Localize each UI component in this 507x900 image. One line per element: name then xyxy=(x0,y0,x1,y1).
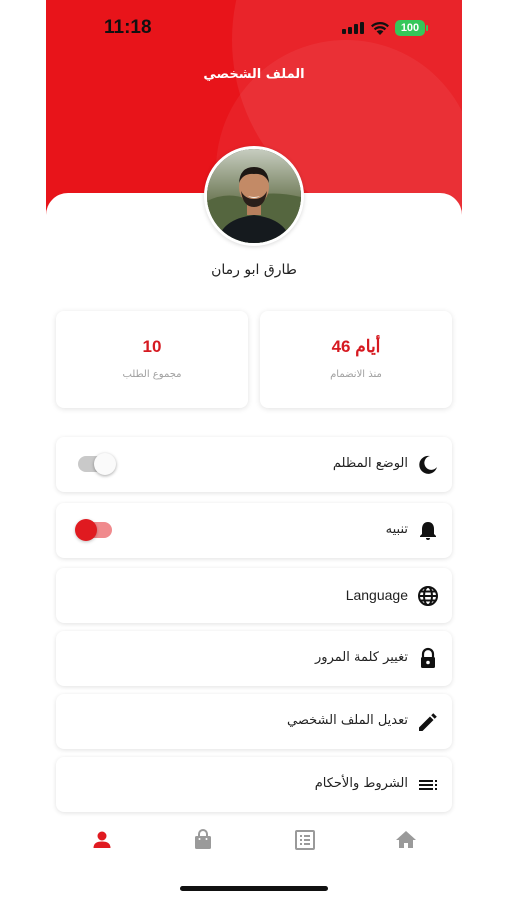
pencil-icon xyxy=(416,710,440,734)
dark-mode-row[interactable]: الوضع المظلم xyxy=(56,437,452,492)
nav-orders[interactable] xyxy=(189,826,217,854)
member-since-card: 46 أيام منذ الانضمام xyxy=(260,311,452,408)
toggle-knob xyxy=(94,453,116,475)
toggle-knob xyxy=(75,519,97,541)
nav-home[interactable] xyxy=(392,826,420,854)
language-row[interactable]: Language xyxy=(56,568,452,623)
home-indicator[interactable] xyxy=(180,886,328,891)
page-title: الملف الشخصي xyxy=(203,67,305,82)
status-time: 11:18 xyxy=(104,17,152,38)
total-orders-card: 10 مجموع الطلب xyxy=(56,311,248,408)
terms-label: الشروط والأحكام xyxy=(314,776,408,791)
dark-mode-toggle[interactable] xyxy=(78,453,116,475)
dark-mode-label: الوضع المظلم xyxy=(332,456,408,471)
nav-list[interactable] xyxy=(291,826,319,854)
stat-value: 10 xyxy=(142,337,162,356)
edit-profile-label: تعديل الملف الشخصي xyxy=(287,713,408,728)
globe-icon xyxy=(416,584,440,608)
battery-icon: 100 xyxy=(395,20,425,36)
person-icon xyxy=(93,831,111,848)
bottom-nav xyxy=(46,818,462,862)
list-alt-icon xyxy=(295,830,315,850)
notifications-toggle[interactable] xyxy=(75,519,112,541)
stat-value: 46 أيام xyxy=(331,337,381,356)
notifications-label: تنبيه xyxy=(385,522,408,537)
user-name: طارق ابو رمان xyxy=(211,262,297,278)
change-password-label: تغيير كلمة المرور xyxy=(315,650,408,665)
wifi-icon xyxy=(370,20,390,36)
bell-icon xyxy=(416,519,440,543)
stat-label: مجموع الطلب xyxy=(122,369,182,380)
nav-profile[interactable] xyxy=(88,826,116,854)
moon-icon xyxy=(416,453,440,477)
change-password-row[interactable]: تغيير كلمة المرور xyxy=(56,631,452,686)
shopping-bag-icon xyxy=(195,829,211,849)
status-bar: 11:18 100 xyxy=(46,0,462,56)
home-icon xyxy=(396,831,416,848)
notifications-row[interactable]: تنبيه xyxy=(56,503,452,558)
app-screen: 11:18 100 الملف الشخصي طارق ابو رمان 10 … xyxy=(46,0,462,900)
stat-label: منذ الانضمام xyxy=(330,369,382,380)
lock-icon xyxy=(416,647,440,671)
language-label: Language xyxy=(345,587,408,603)
avatar[interactable] xyxy=(204,146,304,246)
list-icon xyxy=(416,773,440,797)
terms-row[interactable]: الشروط والأحكام xyxy=(56,757,452,812)
edit-profile-row[interactable]: تعديل الملف الشخصي xyxy=(56,694,452,749)
battery-cap xyxy=(426,25,428,31)
cellular-signal-icon xyxy=(342,22,364,34)
